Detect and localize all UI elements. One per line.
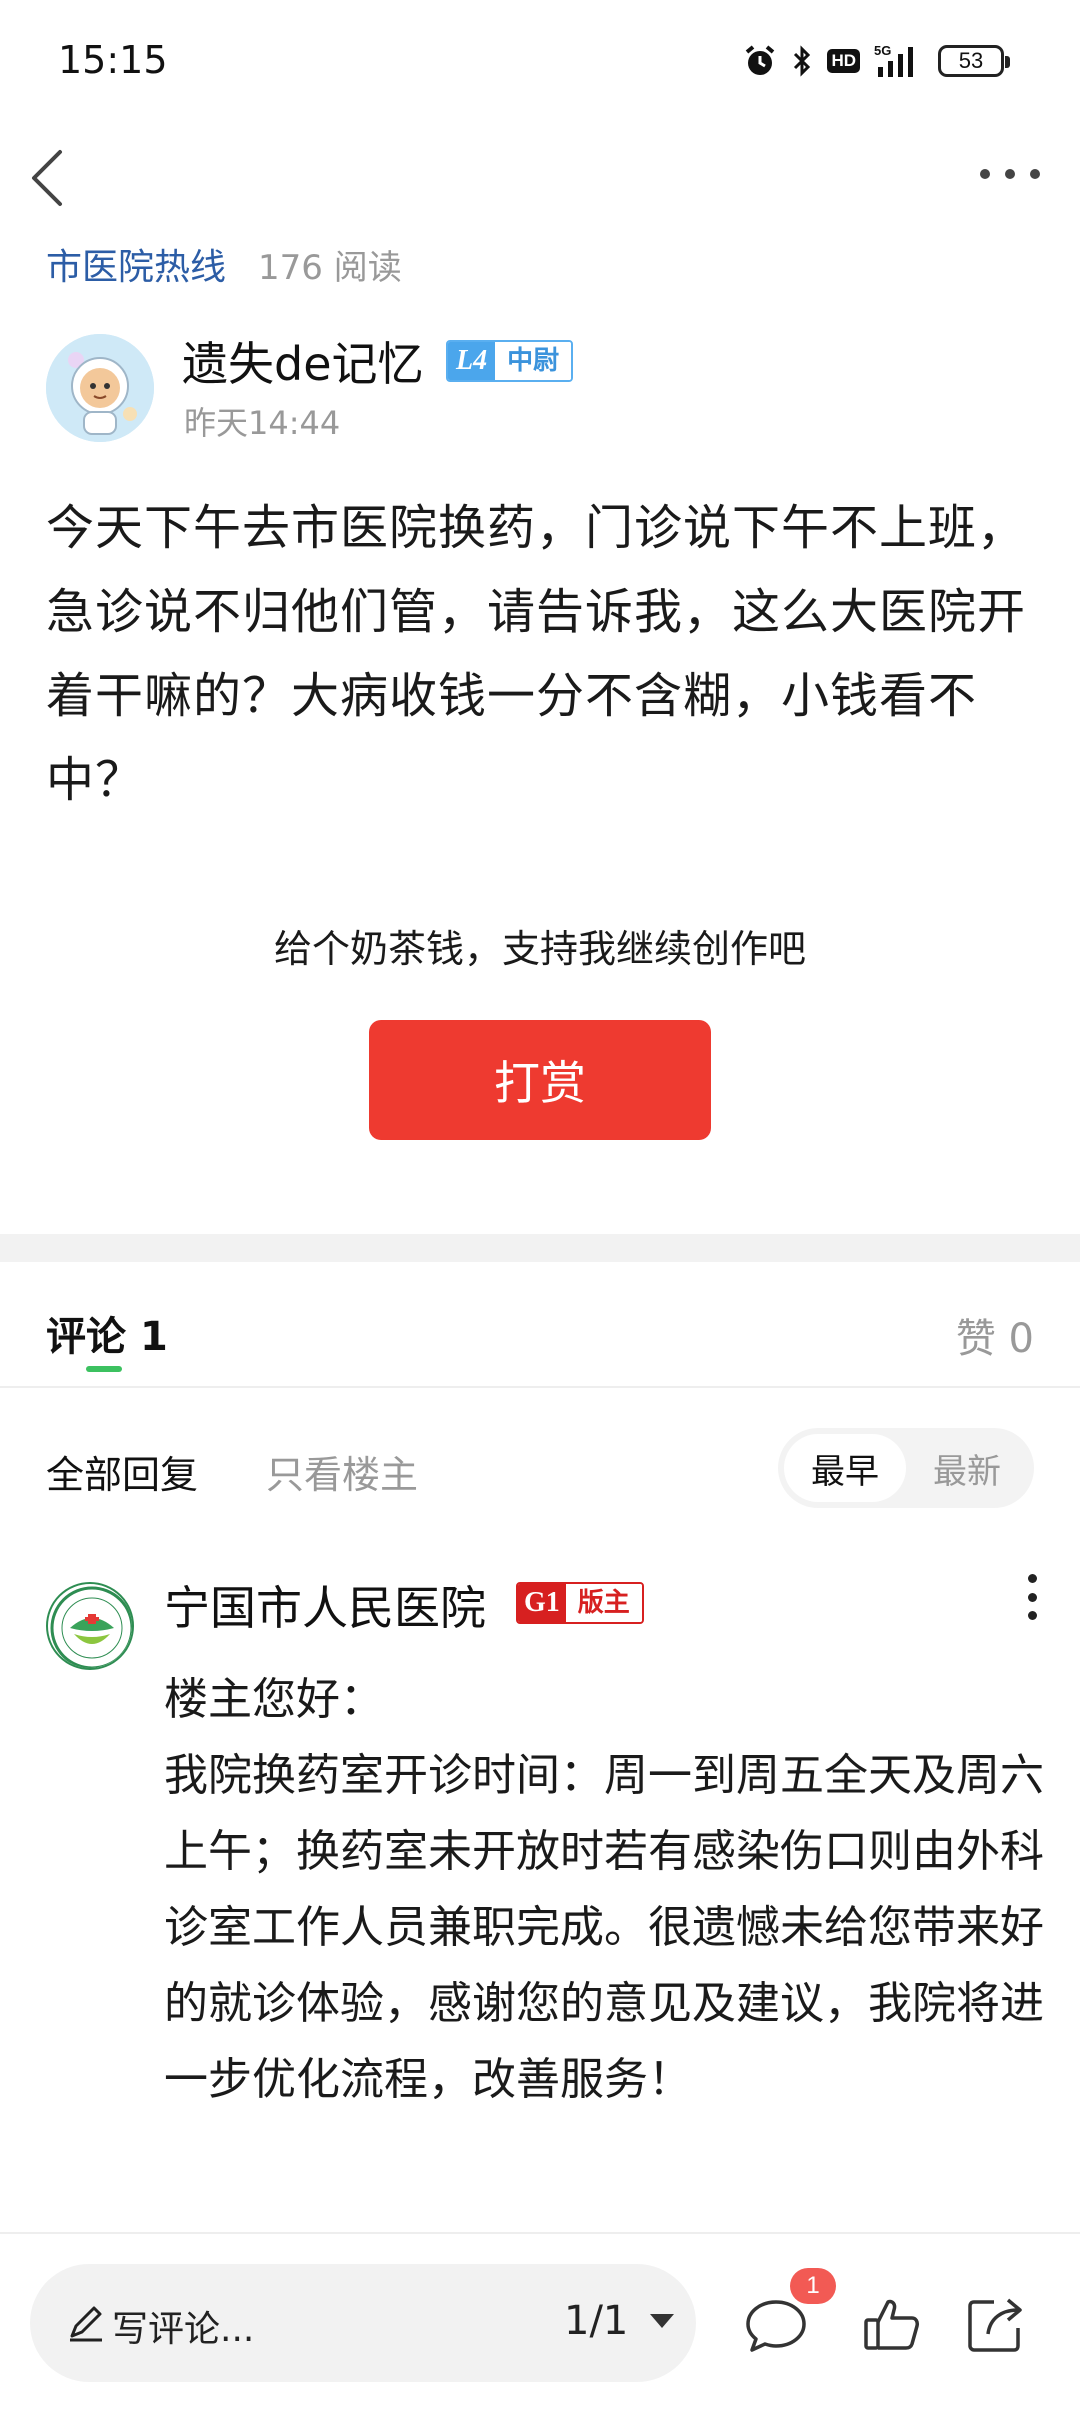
hospital-logo-icon — [50, 1586, 132, 1668]
comment-tab-label: 评论 — [46, 1314, 126, 1360]
post-time: 昨天14:44 — [184, 404, 341, 442]
bluetooth-icon — [794, 45, 811, 77]
filter-owner-only[interactable]: 只看楼主 — [266, 1444, 418, 1499]
comment-text: 我院换药室开诊时间：周一到周五全天及周六上午；换药室未开放时若有感染伤口则由外科… — [164, 1750, 1044, 2105]
rank-label: 中尉 — [495, 342, 572, 380]
like-tab-count: 0 — [1008, 1316, 1034, 1362]
alarm-icon — [746, 45, 775, 75]
tab-comments[interactable]: 评论 1 — [46, 1304, 168, 1362]
hd-icon: HD — [827, 49, 860, 73]
share-button[interactable] — [960, 2288, 1032, 2360]
comment-input[interactable]: 写评论... 1/1 — [30, 2264, 696, 2382]
sort-newest-button[interactable]: 最新 — [906, 1434, 1028, 1502]
page-indicator[interactable]: 1/1 — [564, 2298, 628, 2344]
share-icon — [968, 2298, 1022, 2352]
comment-count-badge: 1 — [790, 2268, 836, 2304]
comment-tab-count: 1 — [139, 1314, 168, 1360]
reward-prompt: 给个奶茶钱，支持我继续创作吧 — [273, 927, 806, 971]
post-body: 今天下午去市医院换药，门诊说下午不上班，急诊说不归他们管，请告诉我，这么大医院开… — [46, 500, 1027, 808]
more-vertical-icon — [1027, 1574, 1037, 1583]
filter-all-replies[interactable]: 全部回复 — [46, 1444, 198, 1499]
level-label: L4 — [448, 342, 496, 380]
caret-down-icon[interactable] — [650, 2314, 674, 2328]
moderator-level: G1 — [518, 1584, 566, 1622]
comment-more-button[interactable] — [1022, 1574, 1042, 1620]
comment-body: 楼主您好： 我院换药室开诊时间：周一到周五全天及周六上午；换药室未开放时若有感染… — [164, 1662, 1044, 2118]
section-divider — [0, 1234, 1080, 1262]
author-name[interactable]: 遗失de记忆 — [182, 328, 424, 394]
signal-icon: 5G — [874, 43, 913, 77]
status-bar: 15:15 HD 5G 53 — [0, 0, 1080, 124]
level-badge: L4 中尉 — [446, 340, 574, 382]
moderator-role: 版主 — [565, 1584, 642, 1622]
forum-link[interactable]: 市医院热线 — [46, 238, 226, 290]
forum-info: 市医院热线 176 阅读 — [46, 238, 402, 290]
status-icons: HD 5G 53 — [743, 40, 1010, 82]
divider — [0, 2232, 1080, 2234]
svg-text:5G: 5G — [874, 43, 891, 58]
sort-toggle: 最早 最新 — [778, 1428, 1034, 1508]
reward-button[interactable]: 打赏 — [369, 1020, 711, 1140]
divider — [0, 1386, 1080, 1388]
commenter-avatar[interactable] — [46, 1582, 134, 1670]
comment-greeting: 楼主您好： — [164, 1674, 384, 1725]
sort-earliest-button[interactable]: 最早 — [784, 1434, 906, 1502]
tab-likes[interactable]: 赞 0 — [956, 1306, 1034, 1364]
moderator-badge: G1 版主 — [516, 1582, 644, 1624]
active-tab-indicator — [86, 1366, 122, 1372]
more-horizontal-icon — [980, 169, 990, 179]
chevron-left-icon — [32, 150, 62, 206]
battery-icon: 53 — [938, 45, 1010, 77]
avatar-astronaut-icon — [46, 334, 154, 442]
back-button[interactable] — [24, 146, 74, 210]
read-count: 176 阅读 — [258, 248, 402, 288]
more-options-button[interactable] — [980, 162, 1040, 186]
pencil-icon — [70, 2306, 102, 2342]
like-tab-label: 赞 — [955, 1316, 996, 1362]
comment-input-placeholder: 写评论... — [112, 2309, 255, 2350]
commenter-name[interactable]: 宁国市人民医院 — [164, 1572, 486, 1638]
author-avatar[interactable] — [46, 334, 154, 442]
status-time: 15:15 — [58, 38, 168, 82]
thumbs-up-icon — [864, 2299, 919, 2350]
like-button[interactable] — [856, 2288, 928, 2360]
